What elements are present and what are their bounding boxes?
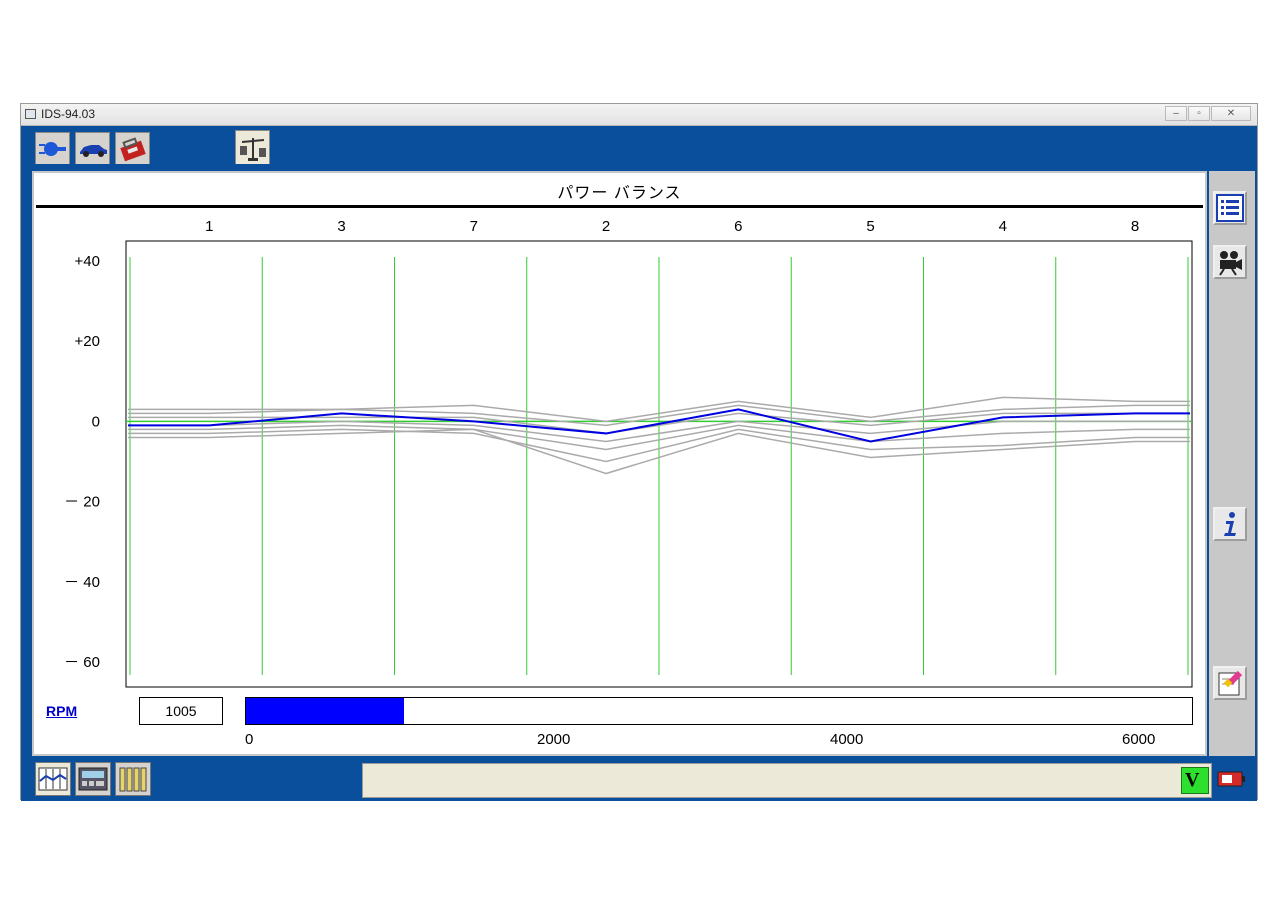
recorder-icon	[78, 767, 108, 791]
application-window: IDS-94.03 ‒ ▫ ✕ パワー バランス 1 3 7 2 6 5 4 8…	[20, 103, 1258, 801]
tab-graph[interactable]	[35, 762, 71, 796]
right-toolbar	[1209, 171, 1255, 756]
notepad-icon	[1218, 670, 1243, 696]
cylinder-label: 2	[602, 218, 610, 235]
tab-connector[interactable]	[35, 132, 70, 164]
info-button[interactable]	[1213, 507, 1247, 541]
restore-button[interactable]: ▫	[1188, 106, 1210, 121]
recorder-button[interactable]	[1213, 245, 1247, 279]
tab-recorder[interactable]	[75, 762, 111, 796]
y-tick-label: +40	[75, 253, 100, 270]
rpm-value: 1005	[139, 697, 223, 725]
cylinder-label: 6	[734, 218, 742, 235]
rpm-tick-0: 0	[245, 731, 254, 748]
battery-cells-icon	[119, 767, 147, 792]
tab-power-balance[interactable]	[235, 130, 270, 164]
minimize-button[interactable]: ‒	[1165, 106, 1187, 121]
cylinder-label: 3	[337, 218, 345, 235]
page-title: パワー バランス	[557, 185, 682, 202]
list-button[interactable]	[1213, 191, 1247, 225]
close-button[interactable]: ✕	[1211, 106, 1251, 121]
tab-vehicle[interactable]	[75, 132, 110, 164]
tab-toolbox[interactable]	[115, 132, 150, 164]
connector-icon	[38, 141, 66, 156]
power-balance-panel: パワー バランス 1 3 7 2 6 5 4 8 +40 +20 0 － 20 － 40 － 60 RP…	[32, 171, 1207, 756]
rpm-gauge	[245, 697, 1193, 725]
info-icon	[1224, 512, 1236, 536]
cylinder-label: 4	[999, 218, 1007, 235]
cylinder-label: 1	[205, 218, 213, 235]
notepad-button[interactable]	[1213, 666, 1247, 700]
camera-icon	[1219, 251, 1242, 276]
y-tick-label: 0	[92, 413, 100, 430]
y-tick-label: +20	[75, 333, 100, 350]
y-tick-label: － 20	[64, 494, 100, 511]
rpm-tick-4000: 4000	[830, 731, 864, 748]
rpm-tick-6000: 6000	[1122, 731, 1156, 748]
y-tick-label: － 40	[64, 574, 100, 591]
rpm-tick-2000: 2000	[537, 731, 571, 748]
y-tick-label: － 60	[64, 654, 100, 671]
balance-scale-icon	[239, 137, 266, 161]
voltage-indicator-icon: V	[1181, 767, 1209, 794]
window-title: IDS-94.03	[41, 107, 96, 121]
cylinder-label: 7	[470, 218, 478, 235]
voltage-indicator-label: V	[1185, 769, 1200, 791]
power-balance-chart: 1 3 7 2 6 5 4 8 +40 +20 0 － 20 － 40 － 60	[64, 218, 1193, 688]
cylinder-label: 5	[866, 218, 874, 235]
status-bar: V	[362, 763, 1212, 798]
app-icon	[25, 109, 36, 119]
battery-icon	[1217, 769, 1247, 789]
rpm-gauge-fill	[246, 698, 405, 724]
bottom-bar: V	[21, 759, 1257, 801]
toolbox-icon	[119, 136, 146, 161]
graph-icon	[38, 767, 68, 791]
cylinder-label: 8	[1131, 218, 1139, 235]
vehicle-icon	[79, 144, 107, 157]
title-bar: IDS-94.03 ‒ ▫ ✕	[21, 104, 1257, 126]
tab-cells[interactable]	[115, 762, 151, 796]
rpm-label[interactable]: RPM	[46, 703, 77, 719]
title-divider	[36, 205, 1203, 208]
list-icon	[1216, 194, 1244, 222]
